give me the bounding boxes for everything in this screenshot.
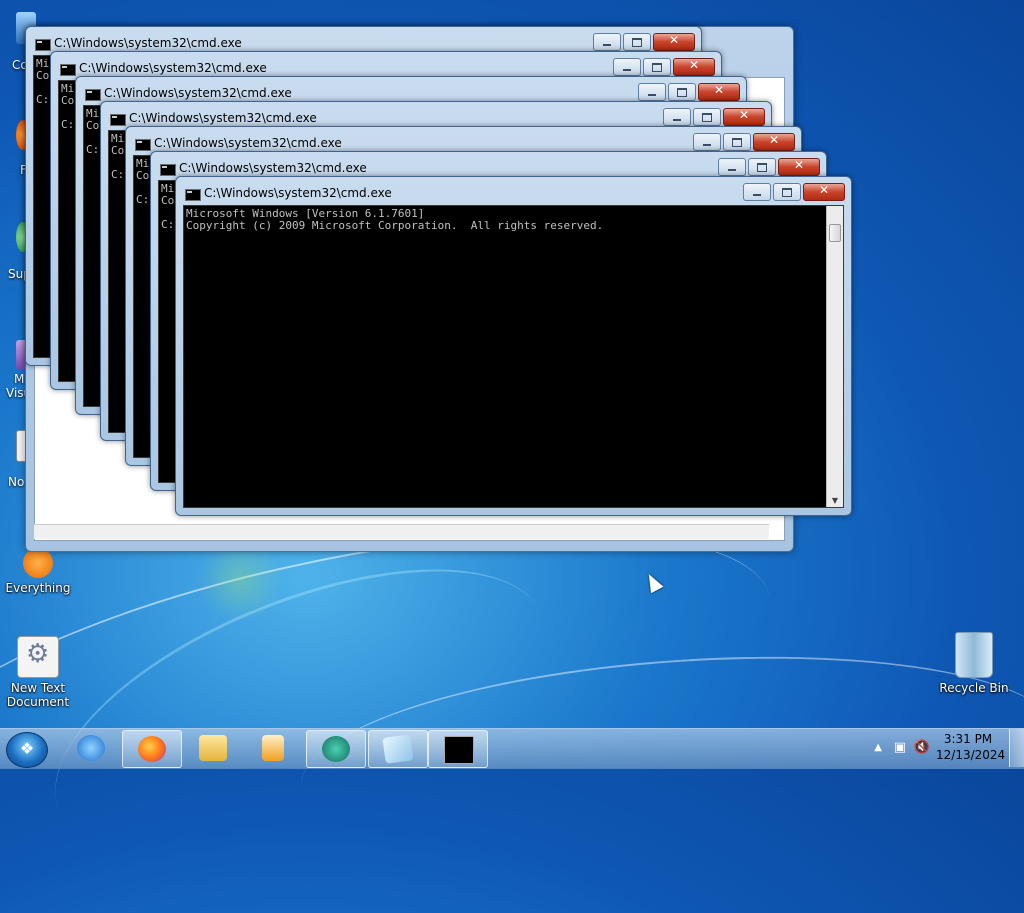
firefox-icon xyxy=(138,736,166,762)
volume-muted-icon[interactable]: 🔇 xyxy=(914,740,930,755)
cmd-icon xyxy=(135,139,151,151)
cmd-icon xyxy=(35,39,51,51)
minimize-button[interactable] xyxy=(718,158,746,176)
cmd-icon xyxy=(185,189,201,201)
desktop-icon-recycle-bin[interactable]: Recycle Bin xyxy=(936,632,1012,695)
console-text: Mi Co C: xyxy=(86,107,100,156)
wallpaper-logo-glow xyxy=(195,540,285,620)
close-button[interactable] xyxy=(698,83,740,101)
media-player-icon xyxy=(262,735,284,761)
windows-logo-icon: ❖ xyxy=(19,739,35,758)
maximize-button[interactable] xyxy=(693,108,721,126)
console-text: Mi Co C: xyxy=(61,82,75,131)
window-title: C:\Windows\system32\cmd.exe xyxy=(54,36,242,50)
desktop-icon-label: New Text Document xyxy=(6,681,70,709)
cmd-icon xyxy=(85,89,101,101)
window-title: C:\Windows\system32\cmd.exe xyxy=(154,136,342,150)
minimize-button[interactable] xyxy=(693,133,721,151)
everything-icon xyxy=(23,548,53,578)
window-title: C:\Windows\system32\cmd.exe xyxy=(79,61,267,75)
maximize-button[interactable] xyxy=(623,33,651,51)
window-title: C:\Windows\system32\cmd.exe xyxy=(129,111,317,125)
desktop-icon-everything[interactable]: Everything xyxy=(0,548,76,595)
system-clock[interactable]: 3:31 PM 12/13/2024 xyxy=(936,731,1006,763)
taskbar-app-green[interactable] xyxy=(306,730,366,768)
minimize-button[interactable] xyxy=(638,83,666,101)
console-text: Mi Co C: xyxy=(111,132,125,181)
desktop-icon-label: Everything xyxy=(5,581,71,595)
network-icon[interactable]: ▣ xyxy=(894,740,906,755)
clock-time: 3:31 PM xyxy=(943,732,993,746)
taskbar-notepad[interactable] xyxy=(368,730,428,768)
text-document-icon xyxy=(17,636,59,678)
console-text: Mi Co C: xyxy=(161,182,175,231)
console-area[interactable]: Microsoft Windows [Version 6.1.7601] Cop… xyxy=(183,205,844,508)
minimize-button[interactable] xyxy=(743,183,771,201)
taskbar-cmd[interactable] xyxy=(428,730,488,768)
cmd-icon xyxy=(60,64,76,76)
close-button[interactable] xyxy=(778,158,820,176)
taskbar-firefox[interactable] xyxy=(122,730,182,768)
minimize-button[interactable] xyxy=(663,108,691,126)
desktop-icon-label: Recycle Bin xyxy=(939,681,1009,695)
show-desktop-button[interactable] xyxy=(1009,729,1024,767)
show-hidden-icons-icon[interactable]: ▲ xyxy=(874,742,882,753)
desktop-icon-new-text-document[interactable]: New Text Document xyxy=(0,636,76,709)
console-text: Mi Co C: xyxy=(36,57,50,106)
green-app-icon xyxy=(322,736,350,762)
close-button[interactable] xyxy=(753,133,795,151)
vertical-scrollbar[interactable]: ▼ xyxy=(826,206,843,507)
scrollbar-thumb[interactable] xyxy=(829,224,841,242)
maximize-button[interactable] xyxy=(773,183,801,201)
clock-date: 12/13/2024 xyxy=(936,748,1006,762)
scroll-down-arrow[interactable]: ▼ xyxy=(827,496,843,505)
horizontal-scrollbar[interactable] xyxy=(34,524,769,539)
close-button[interactable] xyxy=(673,58,715,76)
cmd-icon xyxy=(160,164,176,176)
wallpaper-streak xyxy=(17,510,583,913)
window-title: C:\Windows\system32\cmd.exe xyxy=(179,161,367,175)
recycle-bin-icon xyxy=(955,632,993,678)
cmd-icon xyxy=(444,736,474,764)
desktop-icon-label: No xyxy=(8,475,25,489)
maximize-button[interactable] xyxy=(748,158,776,176)
taskbar-internet-explorer[interactable] xyxy=(62,730,120,766)
mouse-cursor xyxy=(642,570,664,594)
console-line: Copyright (c) 2009 Microsoft Corporation… xyxy=(186,219,604,232)
maximize-button[interactable] xyxy=(723,133,751,151)
minimize-button[interactable] xyxy=(593,33,621,51)
console-text: Mi Co C: xyxy=(136,157,150,206)
desktop-icon-label: M xyxy=(14,372,25,386)
maximize-button[interactable] xyxy=(668,83,696,101)
window-title: C:\Windows\system32\cmd.exe xyxy=(104,86,292,100)
maximize-button[interactable] xyxy=(643,58,671,76)
close-button[interactable] xyxy=(723,108,765,126)
start-button[interactable]: ❖ xyxy=(6,732,48,768)
cmd-window-active[interactable]: C:\Windows\system32\cmd.exe Microsoft Wi… xyxy=(175,176,852,516)
close-button[interactable] xyxy=(803,183,845,201)
taskbar-file-explorer[interactable] xyxy=(184,730,242,766)
cmd-icon xyxy=(110,114,126,126)
close-button[interactable] xyxy=(653,33,695,51)
folder-icon xyxy=(199,735,227,761)
minimize-button[interactable] xyxy=(613,58,641,76)
taskbar-media-player[interactable] xyxy=(244,730,302,766)
internet-explorer-icon xyxy=(77,735,105,761)
console-text: Microsoft Windows [Version 6.1.7601] Cop… xyxy=(186,208,603,232)
notepad-icon xyxy=(382,734,414,764)
window-title: C:\Windows\system32\cmd.exe xyxy=(204,186,392,200)
